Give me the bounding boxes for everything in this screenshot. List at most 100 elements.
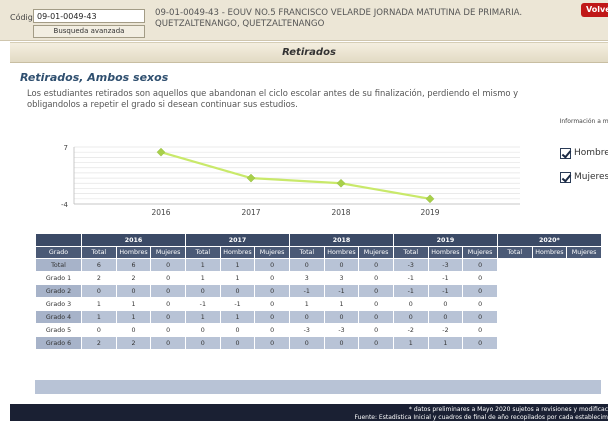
volver-button[interactable]: Volve bbox=[581, 3, 608, 17]
x-tick-label: 2019 bbox=[420, 208, 439, 217]
table-cell: -1 bbox=[427, 271, 464, 285]
codigo-input[interactable] bbox=[33, 9, 145, 23]
table-cell bbox=[496, 258, 533, 272]
sub-header-total: Total bbox=[81, 246, 117, 259]
table-cell: 0 bbox=[150, 310, 186, 324]
table-cell: 3 bbox=[323, 271, 360, 285]
table-cell: 0 bbox=[115, 284, 152, 298]
hombres-label: Hombre bbox=[574, 148, 608, 158]
retirados-table: 2016 2017 2018 2019 2020* Grado Total Hom… bbox=[35, 233, 602, 350]
table-cell bbox=[531, 271, 568, 285]
page-title: Retirados, Ambos sexos bbox=[20, 71, 169, 84]
table-cell bbox=[531, 323, 568, 337]
table-cell bbox=[531, 297, 568, 311]
sub-header-row: Grado Total Hombres Mujeres Total Hombres Muj… bbox=[35, 246, 602, 259]
hombres-checkbox[interactable] bbox=[560, 147, 571, 159]
table-cell: 0 bbox=[323, 336, 360, 350]
table-cell: 0 bbox=[254, 310, 290, 324]
table-cell: 1 bbox=[184, 271, 221, 285]
table-cell: 0 bbox=[323, 310, 360, 324]
table-cell: 0 bbox=[462, 336, 498, 350]
table-cell: 1 bbox=[115, 297, 152, 311]
table-cell bbox=[566, 336, 602, 350]
table-cell: 0 bbox=[462, 258, 498, 272]
table-cell: 0 bbox=[358, 336, 394, 350]
grado-cell: Grado 1 bbox=[35, 271, 82, 285]
table-cell: 0 bbox=[150, 323, 186, 337]
table-cell: 1 bbox=[184, 310, 221, 324]
data-point[interactable] bbox=[336, 178, 346, 188]
table-cell: -1 bbox=[392, 284, 429, 298]
hombres-option[interactable]: Hombre bbox=[560, 146, 608, 160]
table-cell: 0 bbox=[462, 271, 498, 285]
table-cell: 1 bbox=[219, 271, 256, 285]
table-cell bbox=[531, 284, 568, 298]
sub-header-hombres: Hombres bbox=[531, 246, 568, 259]
series-line bbox=[160, 151, 431, 200]
table-cell bbox=[566, 297, 602, 311]
table-cell: 0 bbox=[254, 271, 290, 285]
table-row: Grado 3 1 1 0 -1 -1 0 1 1 0 0 0 0 bbox=[35, 297, 602, 311]
grado-header: Grado bbox=[35, 246, 82, 259]
page-description: Los estudiantes retirados son aquellos q… bbox=[27, 88, 519, 109]
section-header: Retirados bbox=[10, 42, 608, 63]
table-cell: 1 bbox=[184, 258, 221, 272]
table-cell: 0 bbox=[254, 297, 290, 311]
y-tick-label: -4 bbox=[61, 201, 69, 209]
data-point[interactable] bbox=[246, 173, 256, 183]
table-cell: 0 bbox=[81, 323, 117, 337]
year-header: 2017 bbox=[184, 233, 290, 247]
x-tick-label: 2018 bbox=[331, 208, 350, 217]
table-cell: 0 bbox=[427, 297, 464, 311]
table-cell bbox=[496, 310, 533, 324]
grado-cell: Total bbox=[35, 258, 82, 272]
table-cell: 1 bbox=[323, 297, 360, 311]
table-row: Grado 4110110000000 bbox=[35, 310, 602, 324]
sub-header-mujeres: Mujeres bbox=[358, 246, 394, 259]
sub-header-total: Total bbox=[288, 246, 325, 259]
table-cell: -1 bbox=[323, 284, 360, 298]
data-point[interactable] bbox=[156, 147, 166, 157]
footer-note-fuente: Fuente: Estadística Inicial y cuadros de… bbox=[354, 414, 608, 421]
school-name-line1: 09-01-0049-43 - EOUV NO.5 FRANCISCO VELA… bbox=[155, 8, 523, 18]
table-cell: 0 bbox=[358, 284, 394, 298]
year-header: 2016 bbox=[81, 233, 186, 247]
x-tick-label: 2016 bbox=[151, 208, 170, 217]
table-cell: 2 bbox=[115, 336, 152, 350]
table-cell: -3 bbox=[323, 323, 360, 337]
mujeres-label: Mujeres bbox=[574, 172, 608, 182]
sub-header-hombres: Hombres bbox=[427, 246, 464, 259]
table-cell: 1 bbox=[219, 258, 256, 272]
table-cell: 2 bbox=[115, 271, 152, 285]
table-cell: 0 bbox=[150, 271, 186, 285]
sub-header-hombres: Hombres bbox=[323, 246, 360, 259]
table-cell: 1 bbox=[81, 297, 117, 311]
grado-cell: Grado 2 bbox=[35, 284, 82, 298]
year-header-blank bbox=[35, 233, 82, 247]
table-cell: -1 bbox=[427, 284, 464, 298]
mujeres-option[interactable]: Mujeres bbox=[560, 170, 608, 184]
table-cell bbox=[566, 310, 602, 324]
table-cell: 0 bbox=[358, 271, 394, 285]
table-cell: 0 bbox=[358, 297, 394, 311]
table-cell: -1 bbox=[219, 297, 256, 311]
year-header-row: 2016 2017 2018 2019 2020* bbox=[35, 233, 602, 247]
table-cell bbox=[496, 323, 533, 337]
year-header: 2019 bbox=[392, 233, 498, 247]
mujeres-checkbox[interactable] bbox=[560, 171, 571, 183]
table-cell: -3 bbox=[288, 323, 325, 337]
table-cell bbox=[566, 284, 602, 298]
table-cell: 6 bbox=[115, 258, 152, 272]
school-name-line2: QUETZALTENANGO, QUETZALTENANGO bbox=[155, 19, 325, 29]
data-point[interactable] bbox=[425, 194, 435, 204]
table-cell: 0 bbox=[184, 336, 221, 350]
grado-cell: Grado 3 bbox=[35, 297, 82, 311]
table-cell: 0 bbox=[358, 258, 394, 272]
table-cell bbox=[531, 258, 568, 272]
table-cell: 0 bbox=[150, 284, 186, 298]
sub-header-total: Total bbox=[496, 246, 533, 259]
table-cell: -1 bbox=[184, 297, 221, 311]
busqueda-avanzada-button[interactable]: Busqueda avanzada bbox=[33, 25, 145, 38]
table-cell: 0 bbox=[219, 284, 256, 298]
table-cell: -2 bbox=[392, 323, 429, 337]
